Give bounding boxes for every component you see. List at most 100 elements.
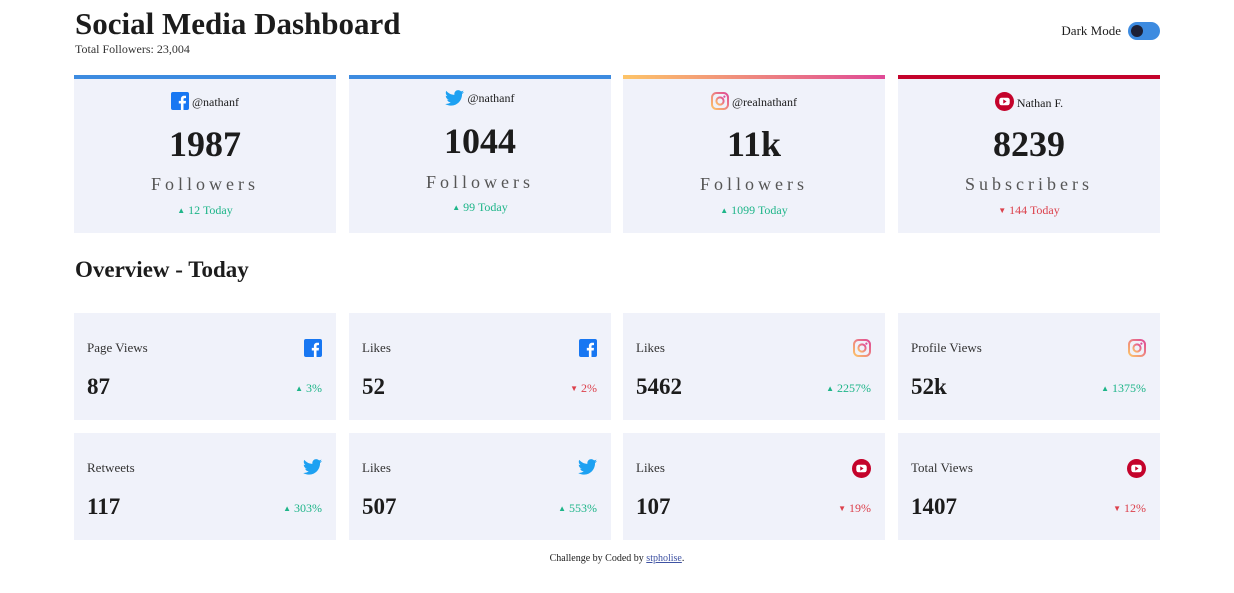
card-youtube: Nathan F. 8239 Subscribers ▼ 144 Today xyxy=(898,75,1160,233)
overview-change-text: 1375% xyxy=(1112,381,1146,395)
author-link[interactable]: stpholise xyxy=(646,553,682,564)
up-arrow-icon: ▲ xyxy=(720,206,729,215)
card-today-text: 1099 Today xyxy=(731,203,788,217)
page-title: Social Media Dashboard xyxy=(75,6,401,41)
overview-label: Profile Views xyxy=(911,340,982,355)
card-today-text: 144 Today xyxy=(1009,203,1060,217)
overview-value: 52 xyxy=(362,374,385,399)
card-count: 11k xyxy=(726,124,782,164)
card-count: 1044 xyxy=(444,121,516,161)
up-arrow-icon: ▲ xyxy=(558,504,566,513)
instagram-icon xyxy=(1128,339,1146,357)
footer-end: . xyxy=(681,553,685,564)
overview-change: ▲ 303% xyxy=(283,501,322,516)
youtube-icon xyxy=(852,459,871,478)
down-arrow-icon: ▼ xyxy=(1113,504,1121,513)
card-label: Followers xyxy=(700,174,808,194)
card-accent-bar xyxy=(349,75,611,79)
overview-label: Likes xyxy=(362,340,391,355)
overview-label: Likes xyxy=(636,460,665,475)
up-arrow-icon: ▲ xyxy=(826,384,834,393)
card-count: 1987 xyxy=(169,124,241,164)
up-arrow-icon: ▲ xyxy=(452,203,461,212)
footer-text: Challenge by Coded by xyxy=(549,553,644,564)
overview-change-text: 12% xyxy=(1124,501,1146,515)
overview-value: 5462 xyxy=(636,374,682,399)
up-arrow-icon: ▲ xyxy=(283,504,291,513)
card-label: Followers xyxy=(426,172,534,192)
overview-card: Total Views 1407 ▼ 12% xyxy=(898,433,1160,540)
card-handle: @nathanf xyxy=(191,95,240,109)
down-arrow-icon: ▼ xyxy=(570,384,578,393)
card-today: ▼ 144 Today xyxy=(898,203,1160,218)
overview-change: ▼ 19% xyxy=(838,501,871,516)
youtube-icon xyxy=(994,92,1014,111)
overview-label: Page Views xyxy=(87,340,148,355)
dark-mode-control: Dark Mode xyxy=(1061,22,1160,40)
card-handle: Nathan F. xyxy=(1016,96,1064,110)
overview-change-text: 2% xyxy=(581,381,597,395)
card-instagram: @realnathanf 11k Followers ▲ 1099 Today xyxy=(623,75,885,233)
overview-change-text: 303% xyxy=(294,501,322,515)
overview-card: Profile Views 52k ▲ 1375% xyxy=(898,313,1160,420)
overview-change-text: 19% xyxy=(849,501,871,515)
overview-change: ▲ 3% xyxy=(295,381,322,396)
overview-change-text: 553% xyxy=(569,501,597,515)
card-label: Subscribers xyxy=(965,174,1093,194)
overview-change-text: 3% xyxy=(306,381,322,395)
overview-card: Likes 107 ▼ 19% xyxy=(623,433,885,540)
overview-card: Likes 5462 ▲ 2257% xyxy=(623,313,885,420)
overview-value: 87 xyxy=(87,374,110,399)
overview-value: 1407 xyxy=(911,494,957,519)
instagram-icon xyxy=(710,92,729,110)
card-today: ▲ 99 Today xyxy=(349,200,611,215)
card-today: ▲ 12 Today xyxy=(74,203,336,218)
overview-value: 117 xyxy=(87,494,121,519)
overview-label: Total Views xyxy=(911,460,973,475)
overview-change: ▼ 12% xyxy=(1113,501,1146,516)
card-accent-bar xyxy=(898,75,1160,79)
card-today-text: 99 Today xyxy=(463,200,508,214)
card-twitter: @nathanf 1044 Followers ▲ 99 Today xyxy=(349,75,611,233)
card-handle-row: @nathanf xyxy=(349,90,611,106)
overview-title: Overview - Today xyxy=(75,257,249,282)
dark-mode-label: Dark Mode xyxy=(1061,23,1121,38)
overview-change: ▼ 2% xyxy=(570,381,597,396)
card-handle: @realnathanf xyxy=(731,95,797,109)
facebook-icon xyxy=(579,339,597,357)
twitter-icon xyxy=(303,459,322,475)
card-today: ▲ 1099 Today xyxy=(623,203,885,218)
card-accent-bar xyxy=(623,75,885,79)
twitter-icon xyxy=(445,90,465,106)
card-handle-row: @realnathanf xyxy=(623,92,885,110)
total-followers: Total Followers: 23,004 xyxy=(75,42,190,56)
overview-card: Likes 507 ▲ 553% xyxy=(349,433,611,540)
toggle-knob xyxy=(1131,25,1143,37)
overview-label: Retweets xyxy=(87,460,135,475)
overview-card: Retweets 117 ▲ 303% xyxy=(74,433,336,540)
up-arrow-icon: ▲ xyxy=(177,206,186,215)
overview-value: 52k xyxy=(911,374,947,399)
overview-value: 507 xyxy=(362,494,397,519)
card-handle-row: @nathanf xyxy=(74,92,336,110)
overview-change: ▲ 2257% xyxy=(826,381,871,396)
twitter-icon xyxy=(578,459,597,475)
footer: Challenge by Coded by stpholise. xyxy=(0,553,1234,564)
facebook-icon xyxy=(170,92,189,110)
up-arrow-icon: ▲ xyxy=(295,384,303,393)
overview-change-text: 2257% xyxy=(837,381,871,395)
overview-change: ▲ 553% xyxy=(558,501,597,516)
card-today-text: 12 Today xyxy=(188,203,233,217)
card-handle: @nathanf xyxy=(467,91,515,105)
overview-change: ▲ 1375% xyxy=(1101,381,1146,396)
overview-label: Likes xyxy=(636,340,665,355)
card-count: 8239 xyxy=(993,124,1065,164)
overview-value: 107 xyxy=(636,494,671,519)
overview-card: Likes 52 ▼ 2% xyxy=(349,313,611,420)
overview-card: Page Views 87 ▲ 3% xyxy=(74,313,336,420)
facebook-icon xyxy=(304,339,322,357)
down-arrow-icon: ▼ xyxy=(838,504,846,513)
youtube-icon xyxy=(1127,459,1146,478)
down-arrow-icon: ▼ xyxy=(998,206,1007,215)
dark-mode-toggle[interactable] xyxy=(1128,22,1160,40)
